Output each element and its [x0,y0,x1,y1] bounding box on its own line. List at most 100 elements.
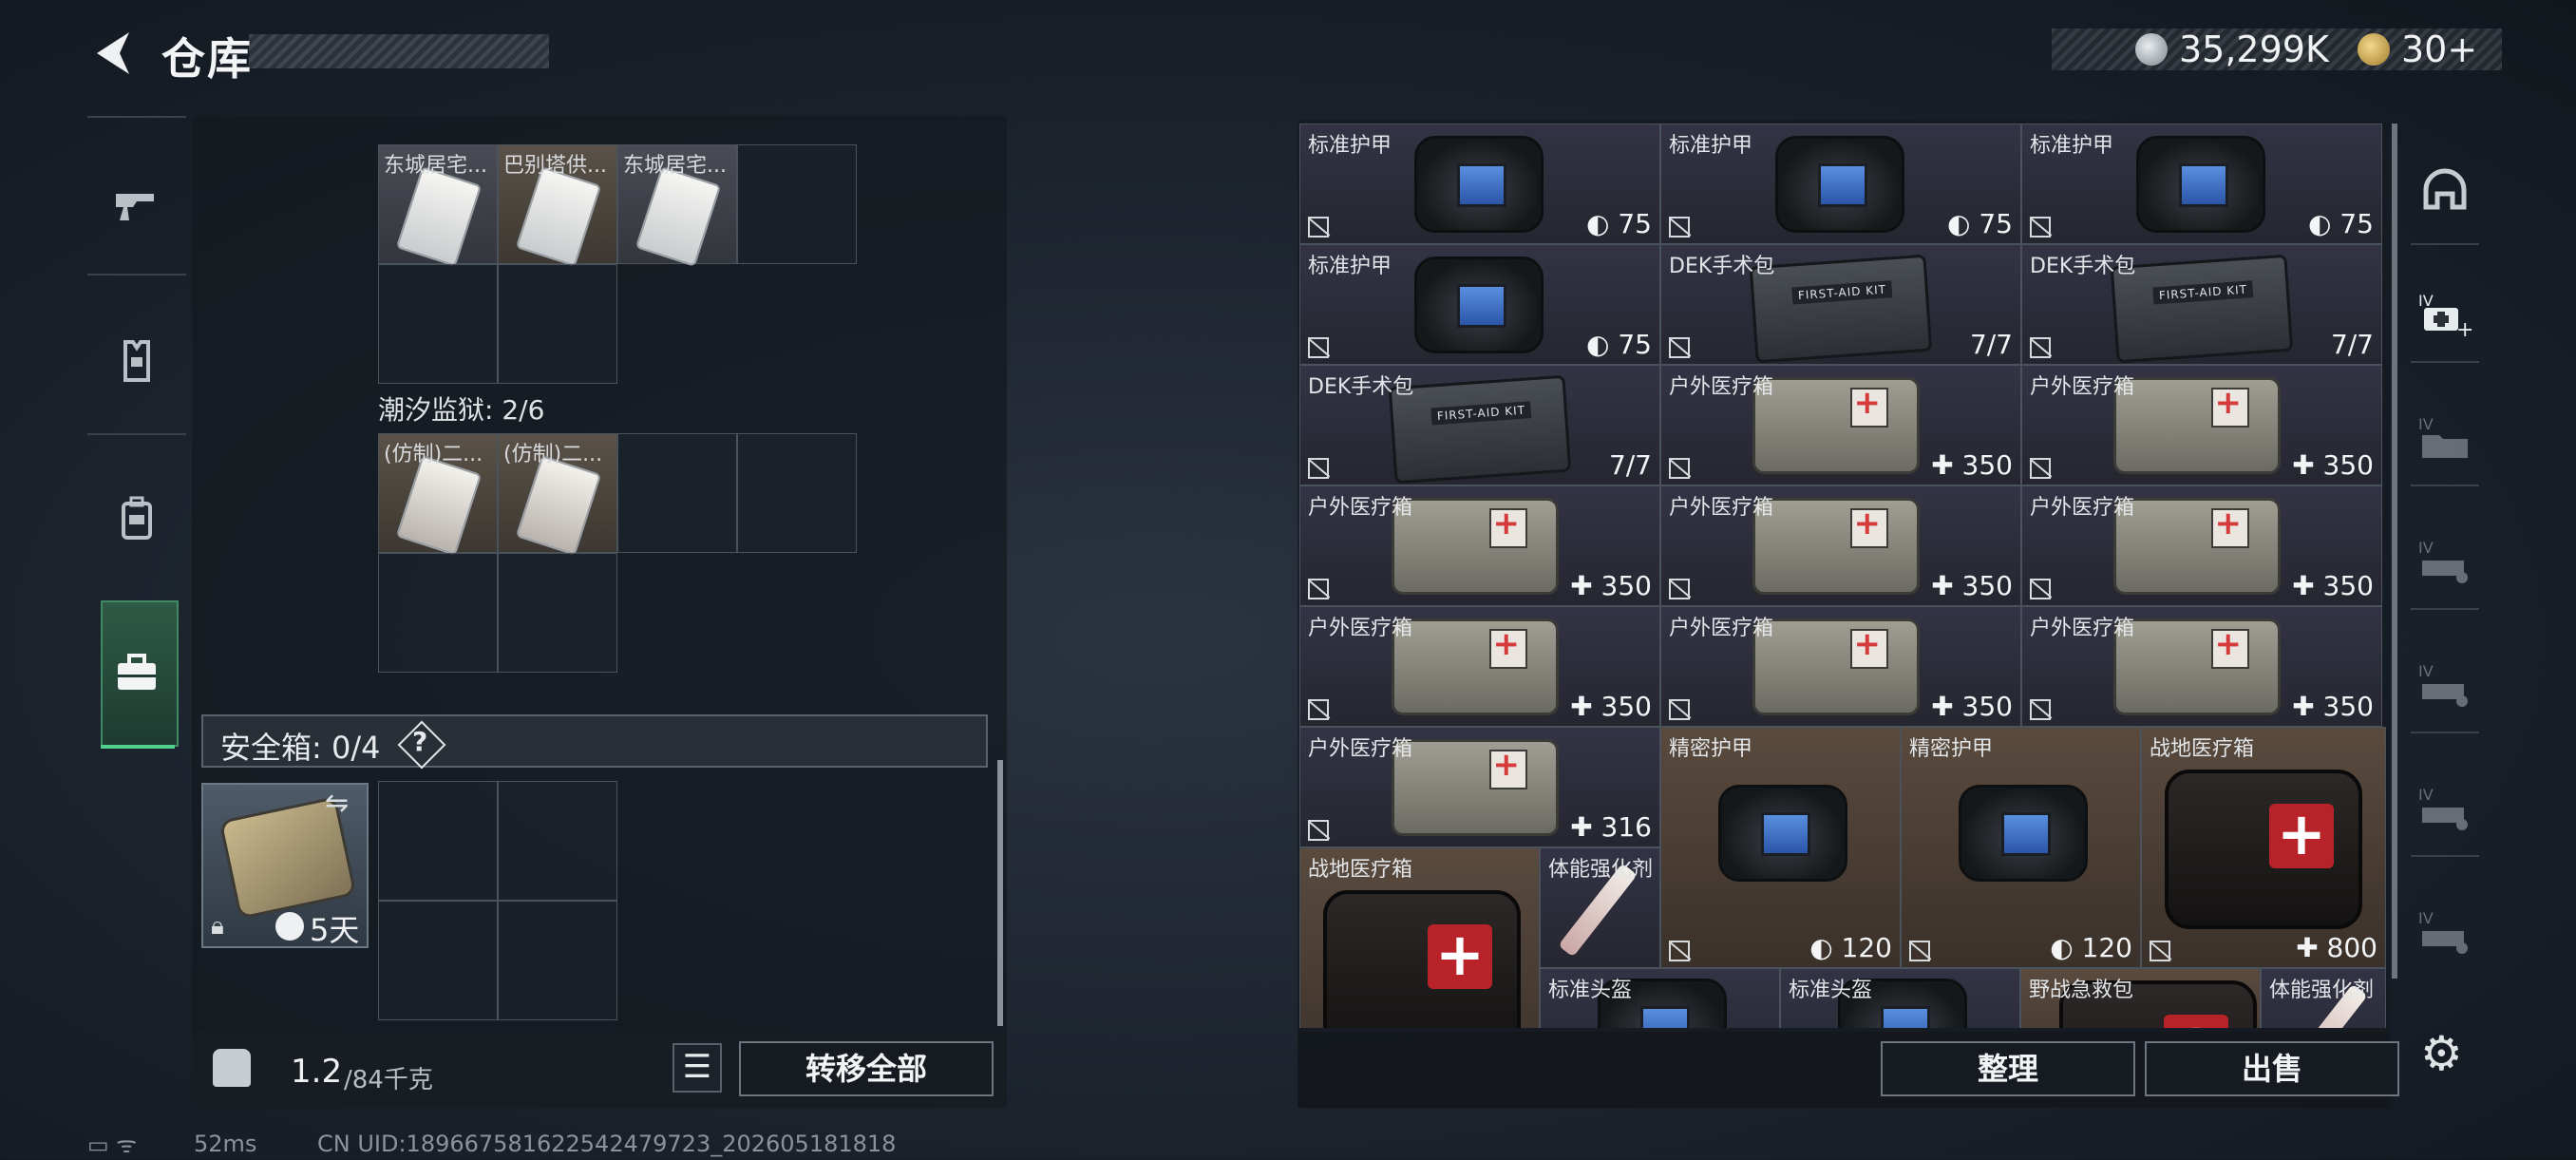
stash-item[interactable]: 标准护甲 ◐ 75 [1660,124,2021,244]
briefcase-icon[interactable] [112,648,161,697]
back-button[interactable] [87,27,135,80]
collection-item[interactable]: (仿制)二... [498,433,617,556]
swap-icon[interactable]: ⇋ [325,787,349,820]
stash-item[interactable]: DEK手术包 7/7 [1660,244,2021,365]
stash-item[interactable]: DEK手术包 7/7 [1299,365,1660,485]
stash-item[interactable]: 标准护甲 ◐ 75 [1299,244,1660,365]
stash-item[interactable]: 战地医疗箱 [1299,847,1540,1028]
transfer-all-button[interactable]: 转移全部 [739,1041,994,1096]
empty-slot[interactable] [498,781,617,901]
stash-grid: 标准护甲 ◐ 75 标准护甲 ◐ 75 标准护甲 ◐ 75 标准护甲 ◐ 75 DEK手术包 7/… [1299,124,2386,1028]
page-title: 仓库 [161,33,253,85]
vehicle-icon[interactable]: IV [2415,906,2475,960]
item-name: 精密护甲 [1909,737,1994,761]
item-value: 7/7 [2330,329,2374,360]
no-loot-icon [2030,699,2051,720]
stash-item[interactable]: 标准护甲 ◐ 75 [1299,124,1660,244]
medkit-icon [1392,498,1559,595]
item-value: ✚ 350 [2292,449,2374,481]
item-value: ✚ 316 [1570,811,1652,843]
svg-text:IV: IV [2418,415,2434,433]
keycard-icon [515,166,602,267]
item-value: ✚ 350 [2292,691,2374,722]
stash-item[interactable]: 精密护甲 ◐ 120 [1660,727,1901,968]
item-name: 体能强化剂 [2269,979,2375,1002]
item-value: 7/7 [1969,329,2013,360]
stash-item[interactable]: 户外医疗箱 ✚ 350 [1299,485,1660,606]
safebox-grid [378,781,617,1020]
stash-item[interactable]: 体能强化剂 [1540,847,1660,968]
collection-item[interactable]: 东城居宅... [378,144,498,267]
collection-item[interactable]: 巴别塔供... [498,144,617,267]
empty-slot[interactable] [378,264,498,384]
empty-slot[interactable] [617,433,737,553]
collection-item[interactable]: 东城居宅... [617,144,737,267]
item-value: ✚ 350 [1931,449,2013,481]
stash-item[interactable]: 户外医疗箱 ✚ 350 [2021,365,2382,485]
medkit-plus-icon[interactable]: IV + [2415,287,2475,342]
title-decoration [249,34,549,68]
left-scrollbar[interactable] [997,760,1003,1026]
stash-item[interactable]: 标准护甲 ◐ 75 [2021,124,2382,244]
empty-slot[interactable] [498,553,617,673]
empty-slot[interactable] [737,433,857,553]
stash-item[interactable]: 体能强化剂 [2261,968,2386,1028]
collection-item[interactable]: (仿制)二... [378,433,498,556]
stash-scrollbar[interactable] [2392,124,2397,979]
gold-coin-icon [2358,33,2390,66]
lock-icon: 🔒︎ [211,912,224,941]
empty-slot[interactable] [498,264,617,384]
vehicle-icon[interactable]: IV [2415,783,2475,836]
stash-item[interactable]: 标准头盔 [1780,968,2020,1028]
vehicle-icon[interactable]: IV [2415,536,2475,589]
empty-slot[interactable] [378,901,498,1020]
backpack-icon[interactable] [112,494,161,543]
stash-item[interactable]: DEK手术包 7/7 [2021,244,2382,365]
empty-slot[interactable] [498,901,617,1020]
empty-slot[interactable] [378,781,498,901]
nav-divider [2411,243,2479,245]
folder-icon[interactable]: IV [2415,412,2475,466]
stash-item[interactable]: 户外医疗箱 ✚ 350 [1660,485,2021,606]
safebox-label: 安全箱: 0/4 [220,730,381,766]
stash-item[interactable]: 户外医疗箱 ✚ 350 [1299,606,1660,727]
no-loot-icon [1308,458,1329,479]
gun-icon[interactable] [112,179,161,228]
stash-item[interactable]: 精密护甲 ◐ 120 [1901,727,2141,968]
item-label: 东城居宅... [623,154,727,178]
svg-text:IV: IV [2418,909,2434,927]
stash-item[interactable]: 户外医疗箱 ✚ 350 [1660,365,2021,485]
item-value: ✚ 350 [2292,570,2374,601]
no-loot-icon [1669,699,1690,720]
empty-slot[interactable] [737,144,857,264]
list-view-button[interactable]: ☰ [672,1043,722,1093]
item-name: DEK手术包 [1669,255,1775,278]
gear-icon[interactable]: ⚙ [2420,1026,2463,1081]
no-loot-icon [1308,699,1329,720]
medkit-icon [1752,498,1920,595]
keycard-icon [395,166,483,267]
stash-item[interactable]: 户外医疗箱 ✚ 350 [1660,606,2021,727]
sort-button[interactable]: 整理 [1881,1041,2135,1096]
item-value: ◐ 75 [1586,329,1652,360]
no-loot-icon [1308,217,1329,238]
stash-item[interactable]: 战地医疗箱 ✚ 800 [2141,727,2386,968]
vehicle-icon[interactable]: IV [2415,659,2475,713]
currency-secondary[interactable]: 30+ [2401,29,2477,70]
vest-icon[interactable] [112,336,161,386]
armor-icon [2136,136,2265,233]
helmet-icon[interactable] [2415,165,2475,219]
surgery-kit-icon [1749,254,1933,364]
stash-item[interactable]: 户外医疗箱 ✚ 350 [2021,485,2382,606]
stash-item[interactable]: 户外医疗箱 ✚ 350 [2021,606,2382,727]
item-name: 战地医疗箱 [2150,737,2255,761]
item-name: 体能强化剂 [1548,858,1654,882]
svg-text:+: + [2456,318,2473,340]
stash-item[interactable]: 野战急救包 [2020,968,2261,1028]
empty-slot[interactable] [378,553,498,673]
no-loot-icon [1308,337,1329,358]
sell-button[interactable]: 出售 [2145,1041,2399,1096]
stash-item[interactable]: 标准头盔 [1540,968,1780,1028]
weight-value: 1.2 [291,1053,343,1091]
stash-item[interactable]: 户外医疗箱 ✚ 316 [1299,727,1660,847]
